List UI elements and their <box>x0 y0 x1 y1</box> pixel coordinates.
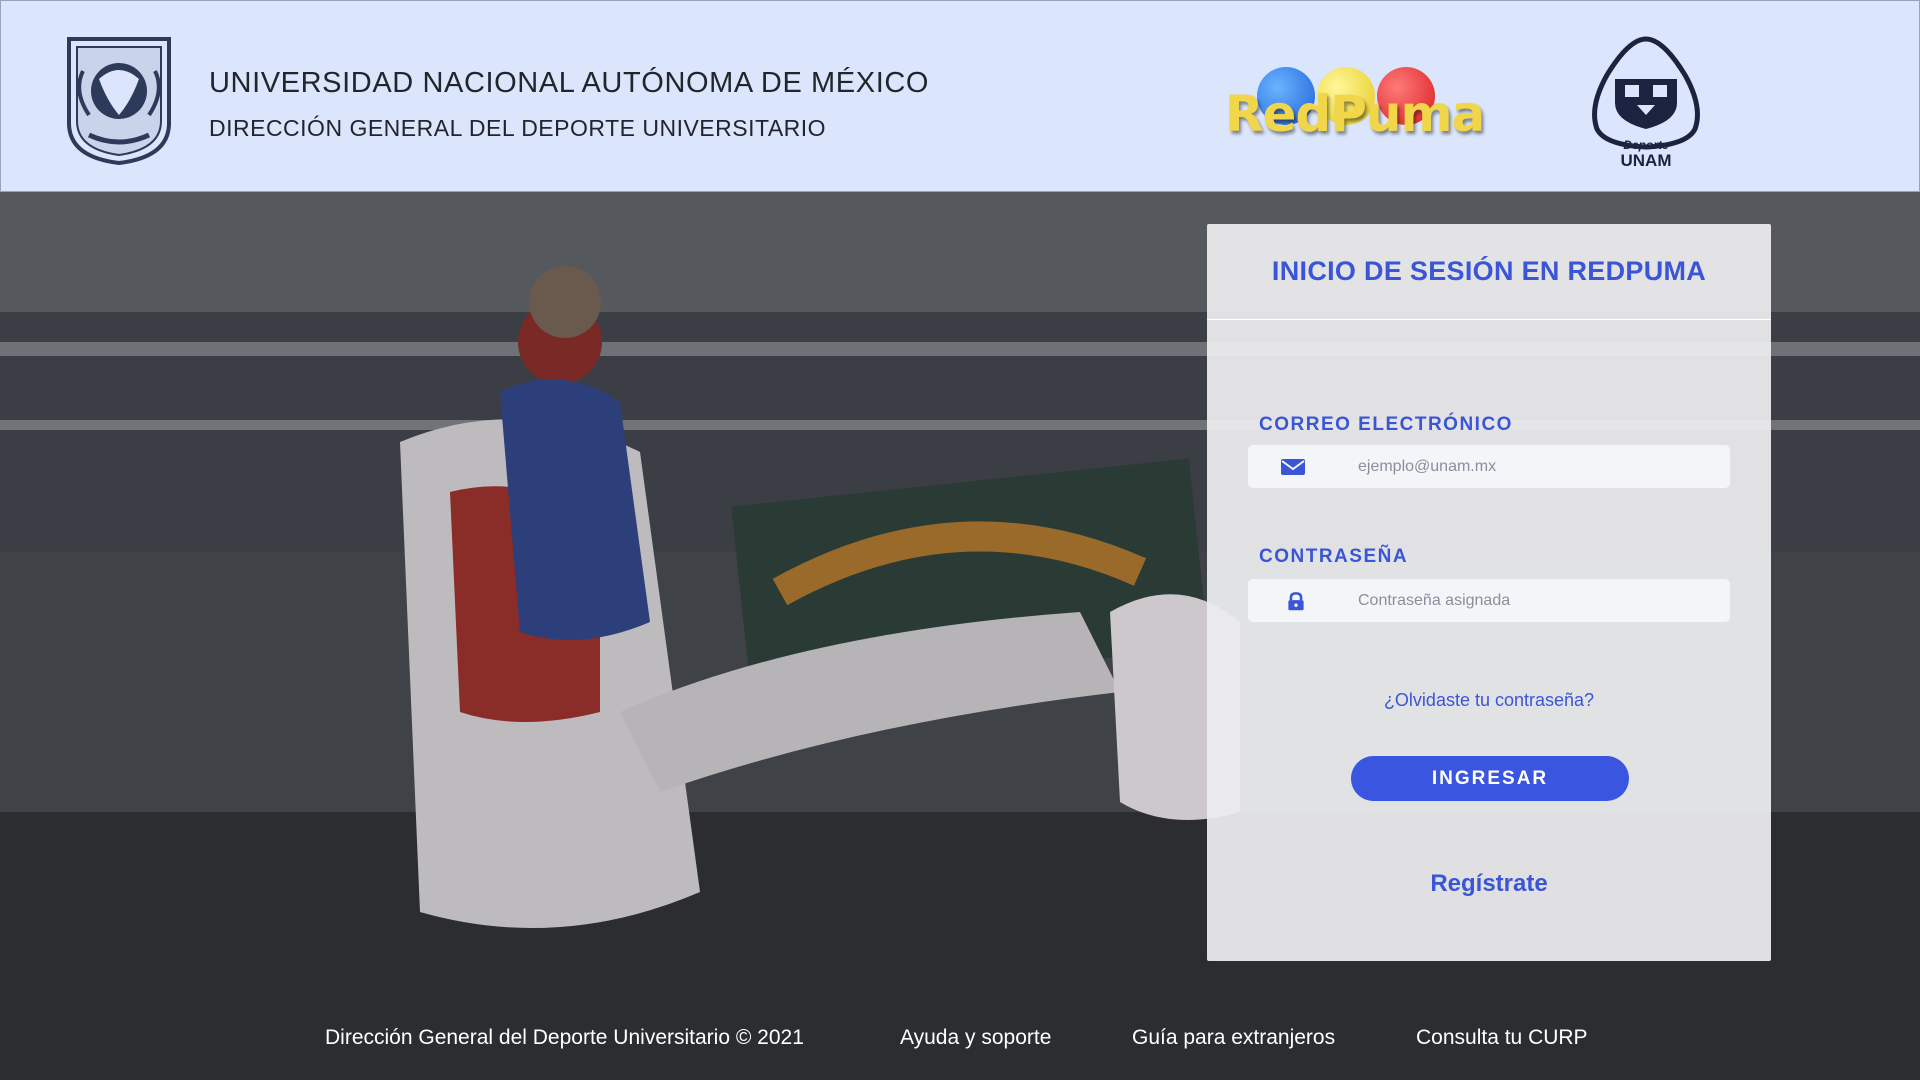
university-name: UNIVERSIDAD NACIONAL AUTÓNOMA DE MÉXICO <box>209 67 930 99</box>
email-input[interactable] <box>1358 445 1718 488</box>
department-name: DIRECCIÓN GENERAL DEL DEPORTE UNIVERSITA… <box>209 115 827 141</box>
login-title: INICIO DE SESIÓN EN REDPUMA <box>1271 256 1707 286</box>
footer-foreigners-guide-link[interactable]: Guía para extranjeros <box>1132 1026 1335 1050</box>
password-field-wrapper <box>1247 578 1731 623</box>
register-link[interactable]: Regístrate <box>1207 870 1771 898</box>
login-submit-button[interactable]: INGRESAR <box>1351 756 1629 801</box>
footer-curp-link[interactable]: Consulta tu CURP <box>1416 1026 1588 1050</box>
forgot-password-link[interactable]: ¿Olvidaste tu contraseña? <box>1207 690 1771 711</box>
deporte-unam-logo: Deporte UNAM <box>1592 36 1700 170</box>
password-input[interactable] <box>1358 579 1718 622</box>
email-label: CORREO ELECTRÓNICO <box>1259 414 1513 435</box>
login-card-header: INICIO DE SESIÓN EN REDPUMA <box>1207 224 1771 320</box>
unam-seal-logo <box>67 37 171 166</box>
footer-copyright: Dirección General del Deporte Universita… <box>325 1026 804 1049</box>
footer-help-link[interactable]: Ayuda y soporte <box>900 1026 1051 1050</box>
redpuma-logo: RedPuma <box>1221 63 1485 143</box>
email-field-wrapper <box>1247 444 1731 489</box>
redpuma-logo-text: RedPuma <box>1225 85 1485 143</box>
deporte-logo-bottom-text: UNAM <box>1621 151 1672 170</box>
login-card: INICIO DE SESIÓN EN REDPUMA CORREO ELECT… <box>1207 224 1771 961</box>
site-header: UNIVERSIDAD NACIONAL AUTÓNOMA DE MÉXICO … <box>0 0 1920 192</box>
envelope-icon <box>1281 459 1305 475</box>
deporte-logo-top-text: Deporte <box>1623 138 1669 152</box>
lock-icon <box>1288 592 1304 611</box>
password-label: CONTRASEÑA <box>1259 546 1409 567</box>
